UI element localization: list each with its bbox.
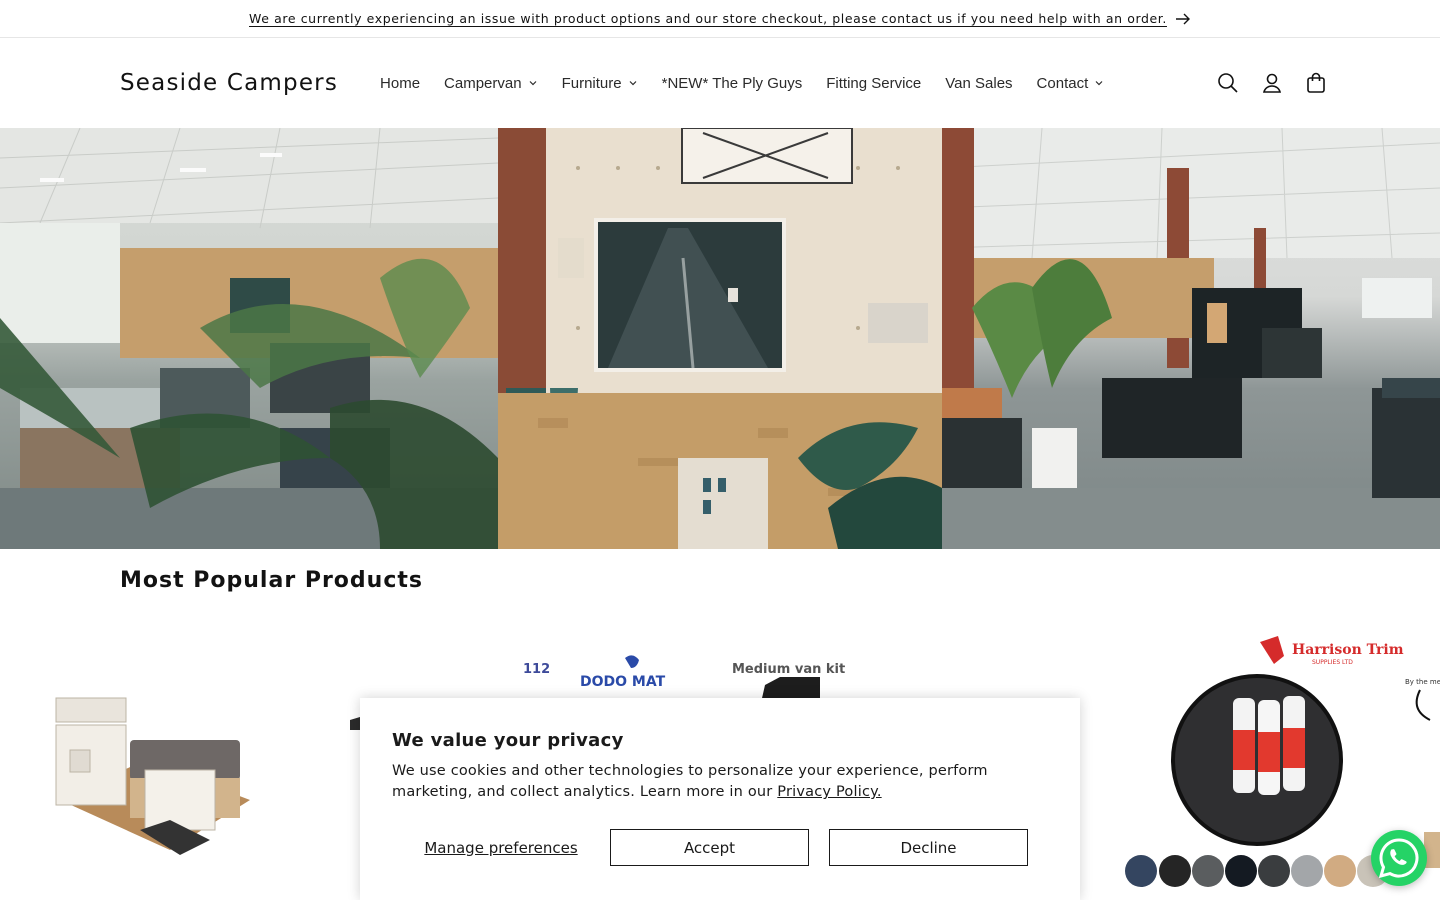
arrow-right-icon[interactable] (1175, 13, 1191, 25)
nav-label: Furniture (561, 74, 622, 92)
nav-ply-guys[interactable]: *NEW* The Ply Guys (650, 75, 815, 92)
nav-contact[interactable]: Contact (1025, 75, 1117, 92)
cookie-banner: We value your privacy We use cookies and… (360, 698, 1080, 900)
privacy-policy-link[interactable]: Privacy Policy. (777, 784, 881, 800)
cart-icon[interactable] (1302, 69, 1330, 97)
hero-showroom-left (0, 128, 498, 549)
nav-fitting-service[interactable]: Fitting Service (814, 75, 933, 92)
product-number-label: 112 (523, 662, 550, 677)
section-title: Most Popular Products (120, 568, 423, 593)
manage-preferences-link[interactable]: Manage preferences (392, 839, 610, 857)
nav-campervan[interactable]: Campervan (432, 75, 550, 92)
nav-label: Home (380, 74, 421, 92)
cookie-actions: Manage preferences Accept Decline (392, 829, 1048, 866)
cookie-text: We use cookies and other technologies to… (392, 763, 988, 800)
nav-label: Campervan (444, 74, 522, 92)
nav-label: Fitting Service (826, 74, 922, 92)
chevron-down-icon (529, 81, 537, 86)
kit-size-label: Medium van kit (732, 662, 845, 677)
nav-label: Contact (1036, 74, 1089, 92)
site-logo[interactable]: Seaside Campers (120, 70, 338, 96)
nav-van-sales[interactable]: Van Sales (933, 75, 1024, 92)
hero-image (0, 128, 1440, 549)
chevron-down-icon (1095, 81, 1103, 86)
whatsapp-chat-button[interactable] (1371, 830, 1427, 886)
nav-home[interactable]: Home (368, 75, 432, 92)
hero-showroom-right (942, 128, 1440, 549)
product-card-furniture-pod[interactable] (50, 680, 260, 860)
announcement-link[interactable]: We are currently experiencing an issue w… (249, 11, 1167, 26)
site-header: Seaside Campers Home Campervan Furniture… (0, 38, 1440, 128)
accept-button[interactable]: Accept (610, 829, 809, 866)
hero-pegboard-wall (498, 128, 942, 549)
decline-button[interactable]: Decline (829, 829, 1028, 866)
nav-label: *NEW* The Ply Guys (661, 74, 803, 92)
harrison-trim-sub: SUPPLIES LTD (1312, 659, 1353, 666)
harrison-trim-logo: Harrison Trim (1292, 642, 1404, 658)
cookie-title: We value your privacy (392, 730, 624, 751)
main-nav: Home Campervan Furniture *NEW* The Ply G… (368, 75, 1116, 92)
nav-furniture[interactable]: Furniture (550, 75, 650, 92)
dodo-mat-logo: DODO MAT (580, 674, 666, 690)
side-caption: By the me (1405, 678, 1440, 686)
nav-label: Van Sales (945, 74, 1013, 92)
cookie-body: We use cookies and other technologies to… (392, 761, 1048, 803)
announcement-bar: We are currently experiencing an issue w… (0, 0, 1440, 38)
search-icon[interactable] (1214, 69, 1242, 97)
account-icon[interactable] (1258, 69, 1286, 97)
header-icons (1214, 38, 1330, 128)
chevron-down-icon (629, 81, 637, 86)
whatsapp-icon (1378, 838, 1419, 879)
